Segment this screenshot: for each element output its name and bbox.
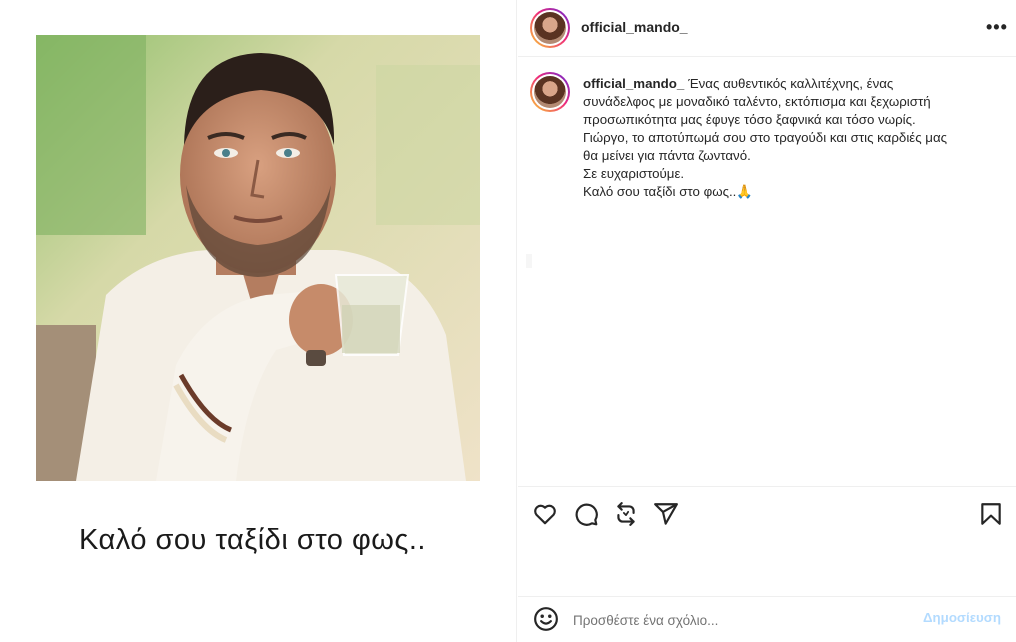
header-username[interactable]: official_mando_ bbox=[581, 19, 688, 35]
portrait-illustration bbox=[36, 35, 480, 481]
speech-bubble-icon[interactable] bbox=[573, 501, 599, 527]
more-options-icon[interactable]: ••• bbox=[986, 17, 1007, 37]
post-caption: official_mando_ Ένας αυθεντικός καλλιτέχν… bbox=[583, 75, 993, 201]
divider-mark bbox=[526, 254, 532, 268]
add-comment-bar: Δημοσίευση bbox=[518, 596, 1016, 642]
comments-area: official_mando_ Ένας αυθεντικός καλλιτέχν… bbox=[518, 58, 1016, 486]
bookmark-icon[interactable] bbox=[978, 501, 1004, 527]
post-media: Καλό σου ταξίδι στο φως.. bbox=[0, 0, 517, 642]
comment-input[interactable] bbox=[573, 610, 903, 630]
caption-line: Γιώργο, το αποτύπωμά σου στο τραγούδι κα… bbox=[583, 130, 948, 145]
post-header: official_mando_ ••• bbox=[518, 0, 1016, 57]
post-comment-button[interactable]: Δημοσίευση bbox=[923, 610, 1001, 625]
paper-plane-icon[interactable] bbox=[653, 501, 679, 527]
caption-line: θα μείνει για πάντα ζωντανό. bbox=[583, 148, 751, 163]
caption-username[interactable]: official_mando_ bbox=[583, 76, 684, 91]
avatar[interactable] bbox=[530, 8, 570, 48]
post-photo[interactable] bbox=[36, 35, 480, 481]
smiley-icon[interactable] bbox=[533, 606, 559, 632]
post-side-panel: official_mando_ ••• official_mando_ Ένας … bbox=[518, 0, 1016, 642]
caption-line: Ένας αυθεντικός καλλιτέχνης, ένας bbox=[688, 76, 894, 91]
caption-line: Σε ευχαριστούμε. bbox=[583, 166, 685, 181]
avatar-image bbox=[534, 76, 566, 108]
avatar-image bbox=[534, 12, 566, 44]
heart-icon[interactable] bbox=[532, 501, 558, 527]
caption-line: συνάδελφος με μοναδικό ταλέντο, εκτόπισμ… bbox=[583, 94, 931, 109]
caption-line: Καλό σου ταξίδι στο φως..🙏 bbox=[583, 184, 753, 199]
image-caption-text: Καλό σου ταξίδι στο φως.. bbox=[79, 524, 426, 556]
caption-avatar[interactable] bbox=[530, 72, 570, 112]
repost-icon[interactable] bbox=[613, 501, 639, 527]
action-bar bbox=[518, 486, 1016, 541]
caption-line: προσωπικότητα μας έφυγε τόσο ξαφνικά και… bbox=[583, 112, 916, 127]
